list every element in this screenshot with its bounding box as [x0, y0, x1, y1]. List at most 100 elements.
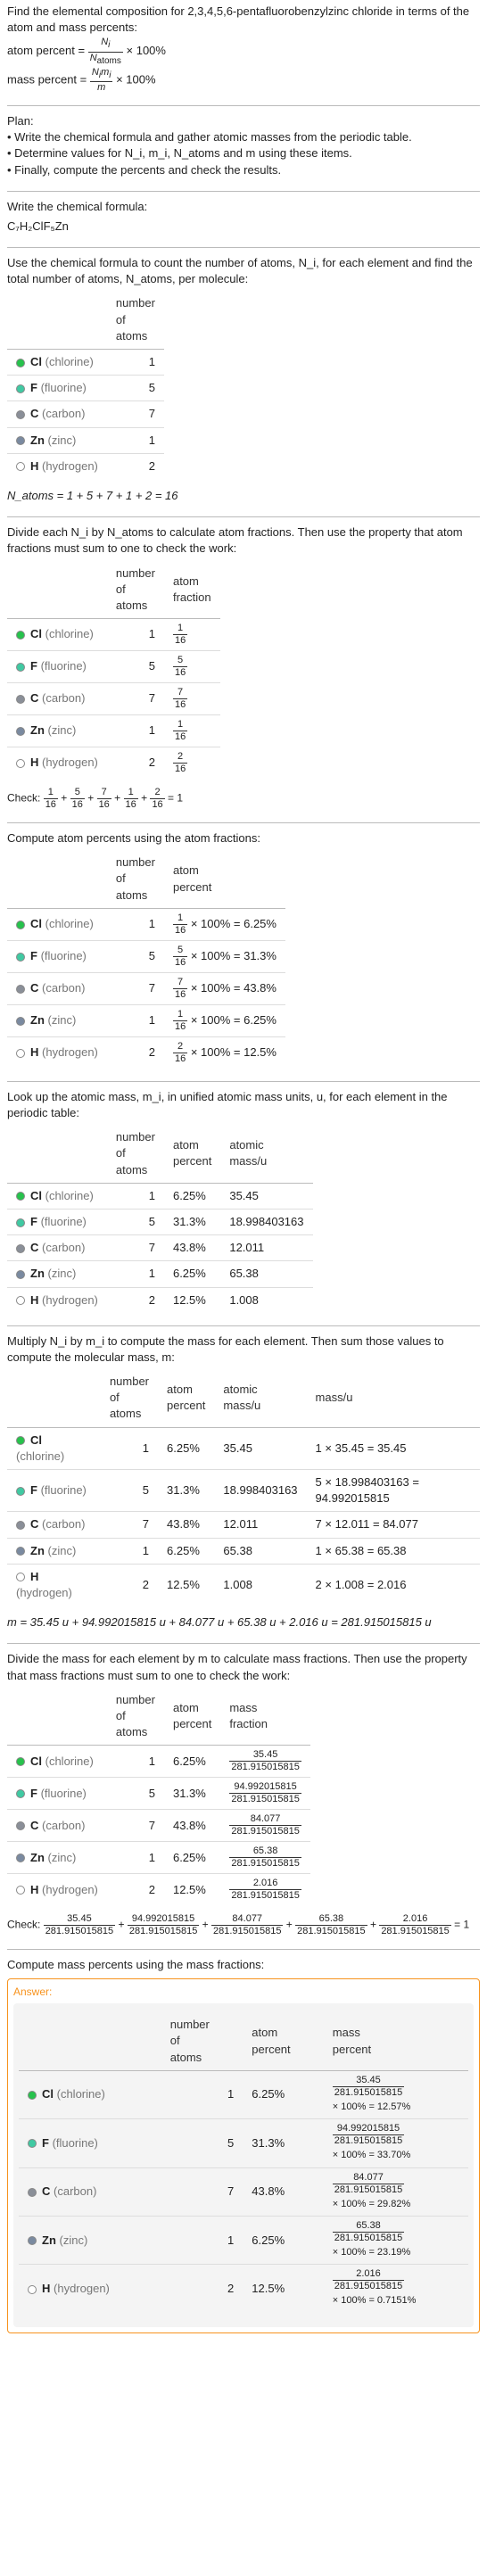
fraction: 94.992015815281.915015815	[229, 1782, 301, 1804]
element-symbol: Cl	[30, 627, 42, 640]
element-name: (carbon)	[42, 981, 85, 995]
table-row: F (fluorine)531.3%18.9984031635 × 18.998…	[7, 1470, 480, 1512]
atom-percent: 116 × 100% = 6.25%	[164, 1004, 285, 1036]
atom-fraction: 116	[164, 619, 220, 651]
atom-count: 7	[101, 1512, 158, 1538]
element-dot	[16, 1547, 25, 1556]
element-name: (carbon)	[54, 2184, 96, 2198]
col-header	[19, 2012, 161, 2070]
chem-formula: C₇H₂ClF₅Zn	[7, 219, 480, 235]
atom-count: 1	[101, 1427, 158, 1469]
atomic-mass: 35.45	[220, 1183, 312, 1209]
mass-calc: 2 × 1.008 = 2.016	[307, 1564, 480, 1606]
element-symbol: F	[30, 659, 37, 673]
chem-formula-section: Write the chemical formula: C₇H₂ClF₅Zn	[7, 199, 480, 235]
masspct-table: numberofatomsatompercentmasspercent Cl (c…	[19, 2012, 468, 2313]
col-header: atomfraction	[164, 561, 220, 619]
atom-count: 7	[107, 683, 164, 715]
atom-count: 2	[101, 1564, 158, 1606]
element-name: (hydrogen)	[42, 1883, 98, 1896]
table-header: numberofatomsatomfraction	[7, 561, 220, 619]
element-symbol: Cl	[42, 2087, 54, 2101]
fraction: 35.45281.915015815	[44, 1914, 115, 1936]
element-name: (carbon)	[42, 691, 85, 705]
atom-percent: 6.25%	[243, 2070, 324, 2118]
atom-percent: 43.8%	[164, 1235, 220, 1261]
massfrac-section: Divide the mass for each element by m to…	[7, 1651, 480, 1936]
atomic-mass: 12.011	[214, 1512, 306, 1538]
fraction: 65.38281.915015815	[229, 1846, 301, 1869]
element-name: (carbon)	[42, 1517, 85, 1531]
intro: Look up the atomic mass, m_i, in unified…	[7, 1089, 480, 1121]
fraction: 94.992015815281.915015815	[128, 1914, 199, 1936]
element-name: (carbon)	[42, 1819, 85, 1832]
fraction: 84.077281.915015815	[211, 1914, 283, 1936]
answer-inner: numberofatomsatompercentmasspercent Cl (c…	[13, 2003, 474, 2327]
element-dot	[16, 1821, 25, 1830]
col-header	[7, 850, 107, 908]
fraction: 116	[173, 720, 187, 742]
atom-percent: 43.8%	[158, 1512, 214, 1538]
col-header	[7, 561, 107, 619]
col-header	[7, 1688, 107, 1746]
atom-count: 1	[107, 1183, 164, 1209]
col-header: atompercent	[164, 1688, 220, 1746]
element-symbol: C	[30, 981, 38, 995]
table-row: H (hydrogen)2216 × 100% = 12.5%	[7, 1036, 285, 1069]
molmass-table: numberofatomsatompercentatomicmass/umass…	[7, 1369, 480, 1606]
atom-percent: 12.5%	[158, 1564, 214, 1606]
atom-count: 1	[107, 350, 164, 376]
table-row: C (carbon)7716	[7, 683, 220, 715]
atom-fraction: 516	[164, 651, 220, 683]
plan-section: Plan: • Write the chemical formula and g…	[7, 113, 480, 178]
element-dot	[16, 759, 25, 768]
element-name: (fluorine)	[41, 381, 87, 394]
element-name: (chlorine)	[45, 627, 94, 640]
table-row: H (hydrogen)212.5%2.016281.915015815× 10…	[19, 2265, 468, 2313]
element-name: (hydrogen)	[54, 2282, 110, 2295]
atom-count: 1	[161, 2216, 244, 2264]
atom-percent: 6.25%	[164, 1746, 220, 1778]
intro: Compute mass percents using the mass fra…	[7, 1957, 480, 1973]
element-symbol: Cl	[30, 1433, 42, 1447]
atom-count: 5	[107, 940, 164, 972]
atom-percent: 6.25%	[164, 1183, 220, 1209]
atomic-mass: 1.008	[220, 1287, 312, 1313]
plan-item: • Finally, compute the percents and chec…	[7, 162, 480, 178]
element-name: (zinc)	[48, 433, 77, 447]
atom-percent: 31.3%	[158, 1470, 214, 1512]
atom-count: 1	[107, 1746, 164, 1778]
table-row: Cl (chlorine)16.25%35.451 × 35.45 = 35.4…	[7, 1427, 480, 1469]
table-header: numberofatomsatompercent	[7, 850, 285, 908]
rhs: × 100%	[127, 45, 166, 58]
element-dot	[28, 2091, 37, 2100]
atom-count: 5	[101, 1470, 158, 1512]
atom-count: 1	[101, 1538, 158, 1564]
fraction: 116	[173, 913, 187, 936]
fraction: 35.45281.915015815	[229, 1750, 301, 1772]
divider	[7, 516, 480, 517]
element-name: (fluorine)	[41, 949, 87, 962]
table-row: H (hydrogen)2	[7, 453, 164, 479]
element-dot	[16, 631, 25, 640]
element-dot	[16, 1244, 25, 1253]
table-header: numberofatomsatompercentmassfraction	[7, 1688, 310, 1746]
element-name: (chlorine)	[45, 1189, 94, 1202]
element-symbol: H	[30, 1570, 38, 1583]
element-symbol: Cl	[30, 1189, 42, 1202]
atom-percent: 31.3%	[164, 1209, 220, 1234]
table-row: C (carbon)7716 × 100% = 43.8%	[7, 972, 285, 1004]
atom-count: 5	[107, 1778, 164, 1810]
table-row: C (carbon)7	[7, 401, 164, 427]
element-symbol: Cl	[30, 917, 42, 930]
element-name: (fluorine)	[41, 1483, 87, 1497]
table-row: Cl (chlorine)1116	[7, 619, 220, 651]
element-dot	[28, 2188, 37, 2197]
mass-calc: 1 × 65.38 = 65.38	[307, 1538, 480, 1564]
mass-fraction: 65.38281.915015815	[220, 1842, 310, 1874]
element-name: (carbon)	[42, 407, 85, 420]
table-header: numberofatomsatompercentmasspercent	[19, 2012, 468, 2070]
element-name: (fluorine)	[41, 659, 87, 673]
fraction: 2.016281.915015815	[229, 1878, 301, 1901]
table-row: Zn (zinc)16.25%65.38	[7, 1261, 313, 1287]
